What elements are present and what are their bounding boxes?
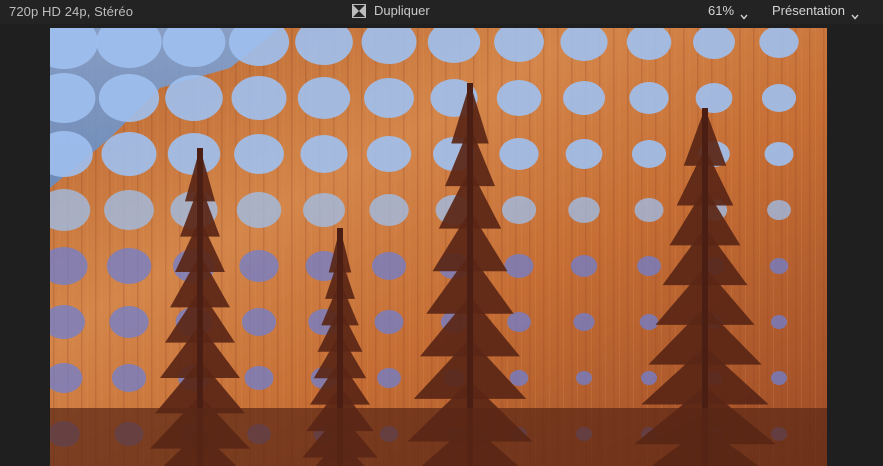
viewer-toolbar: 720p HD 24p, Stéréo Dupliquer 61% Présen… bbox=[0, 0, 883, 24]
chevron-down-icon[interactable] bbox=[851, 8, 859, 20]
halftone-dot bbox=[501, 196, 537, 224]
halftone-dot bbox=[98, 74, 160, 122]
halftone-dot bbox=[565, 139, 603, 169]
halftone-dot bbox=[634, 198, 664, 222]
halftone-dot bbox=[106, 248, 152, 284]
chevron-down-icon[interactable] bbox=[740, 8, 748, 20]
view-label[interactable]: Présentation bbox=[772, 3, 845, 18]
halftone-dot bbox=[509, 370, 529, 386]
halftone-dot bbox=[369, 194, 409, 226]
halftone-dot bbox=[101, 132, 157, 176]
halftone-dot bbox=[104, 190, 154, 230]
halftone-dot bbox=[499, 138, 539, 170]
halftone-dot bbox=[771, 315, 787, 329]
halftone-dot bbox=[641, 371, 657, 385]
halftone-dot bbox=[570, 255, 598, 277]
halftone-dot bbox=[231, 76, 287, 120]
halftone-dot bbox=[239, 250, 279, 282]
halftone-dot bbox=[236, 192, 282, 228]
halftone-dot bbox=[767, 200, 791, 220]
halftone-dot bbox=[771, 371, 787, 385]
halftone-dot bbox=[631, 140, 667, 168]
halftone-dot bbox=[374, 310, 404, 334]
clip-icon bbox=[352, 3, 366, 18]
halftone-dot bbox=[573, 313, 595, 331]
viewer-panel: 720p HD 24p, Stéréo Dupliquer 61% Présen… bbox=[0, 0, 883, 466]
halftone-dot bbox=[109, 306, 149, 338]
ground-silhouette bbox=[50, 408, 827, 466]
halftone-dot bbox=[167, 133, 221, 175]
halftone-dot bbox=[568, 197, 600, 223]
halftone-dot bbox=[377, 368, 401, 388]
halftone-dot bbox=[576, 371, 592, 385]
halftone-dot bbox=[504, 254, 534, 278]
halftone-dot bbox=[234, 134, 284, 174]
halftone-dot bbox=[769, 258, 789, 274]
format-label: 720p HD 24p, Stéréo bbox=[9, 4, 134, 19]
clip-title-area: Dupliquer bbox=[352, 3, 430, 18]
halftone-dot bbox=[165, 75, 223, 121]
view-menu[interactable]: Présentation bbox=[772, 3, 859, 20]
halftone-dot bbox=[371, 252, 407, 280]
halftone-dot bbox=[111, 364, 147, 392]
clip-title: Dupliquer bbox=[374, 3, 430, 18]
halftone-dot bbox=[761, 84, 797, 112]
halftone-dot bbox=[241, 308, 277, 336]
halftone-dot bbox=[637, 256, 661, 276]
video-canvas[interactable] bbox=[50, 28, 827, 466]
zoom-menu[interactable]: 61% bbox=[708, 3, 748, 20]
halftone-dot bbox=[507, 312, 531, 332]
halftone-dot bbox=[764, 142, 794, 166]
halftone-dot bbox=[629, 82, 669, 114]
halftone-dot bbox=[639, 314, 659, 330]
halftone-dot bbox=[366, 136, 412, 172]
halftone-dot bbox=[695, 83, 733, 113]
halftone-dot bbox=[297, 77, 351, 119]
halftone-dot bbox=[563, 81, 605, 115]
halftone-dot bbox=[364, 78, 414, 118]
halftone-dot bbox=[300, 135, 348, 173]
halftone-dot bbox=[303, 193, 345, 227]
video-frame bbox=[50, 28, 827, 466]
halftone-dot bbox=[244, 366, 274, 390]
zoom-label[interactable]: 61% bbox=[708, 3, 734, 18]
halftone-dot bbox=[496, 80, 542, 116]
